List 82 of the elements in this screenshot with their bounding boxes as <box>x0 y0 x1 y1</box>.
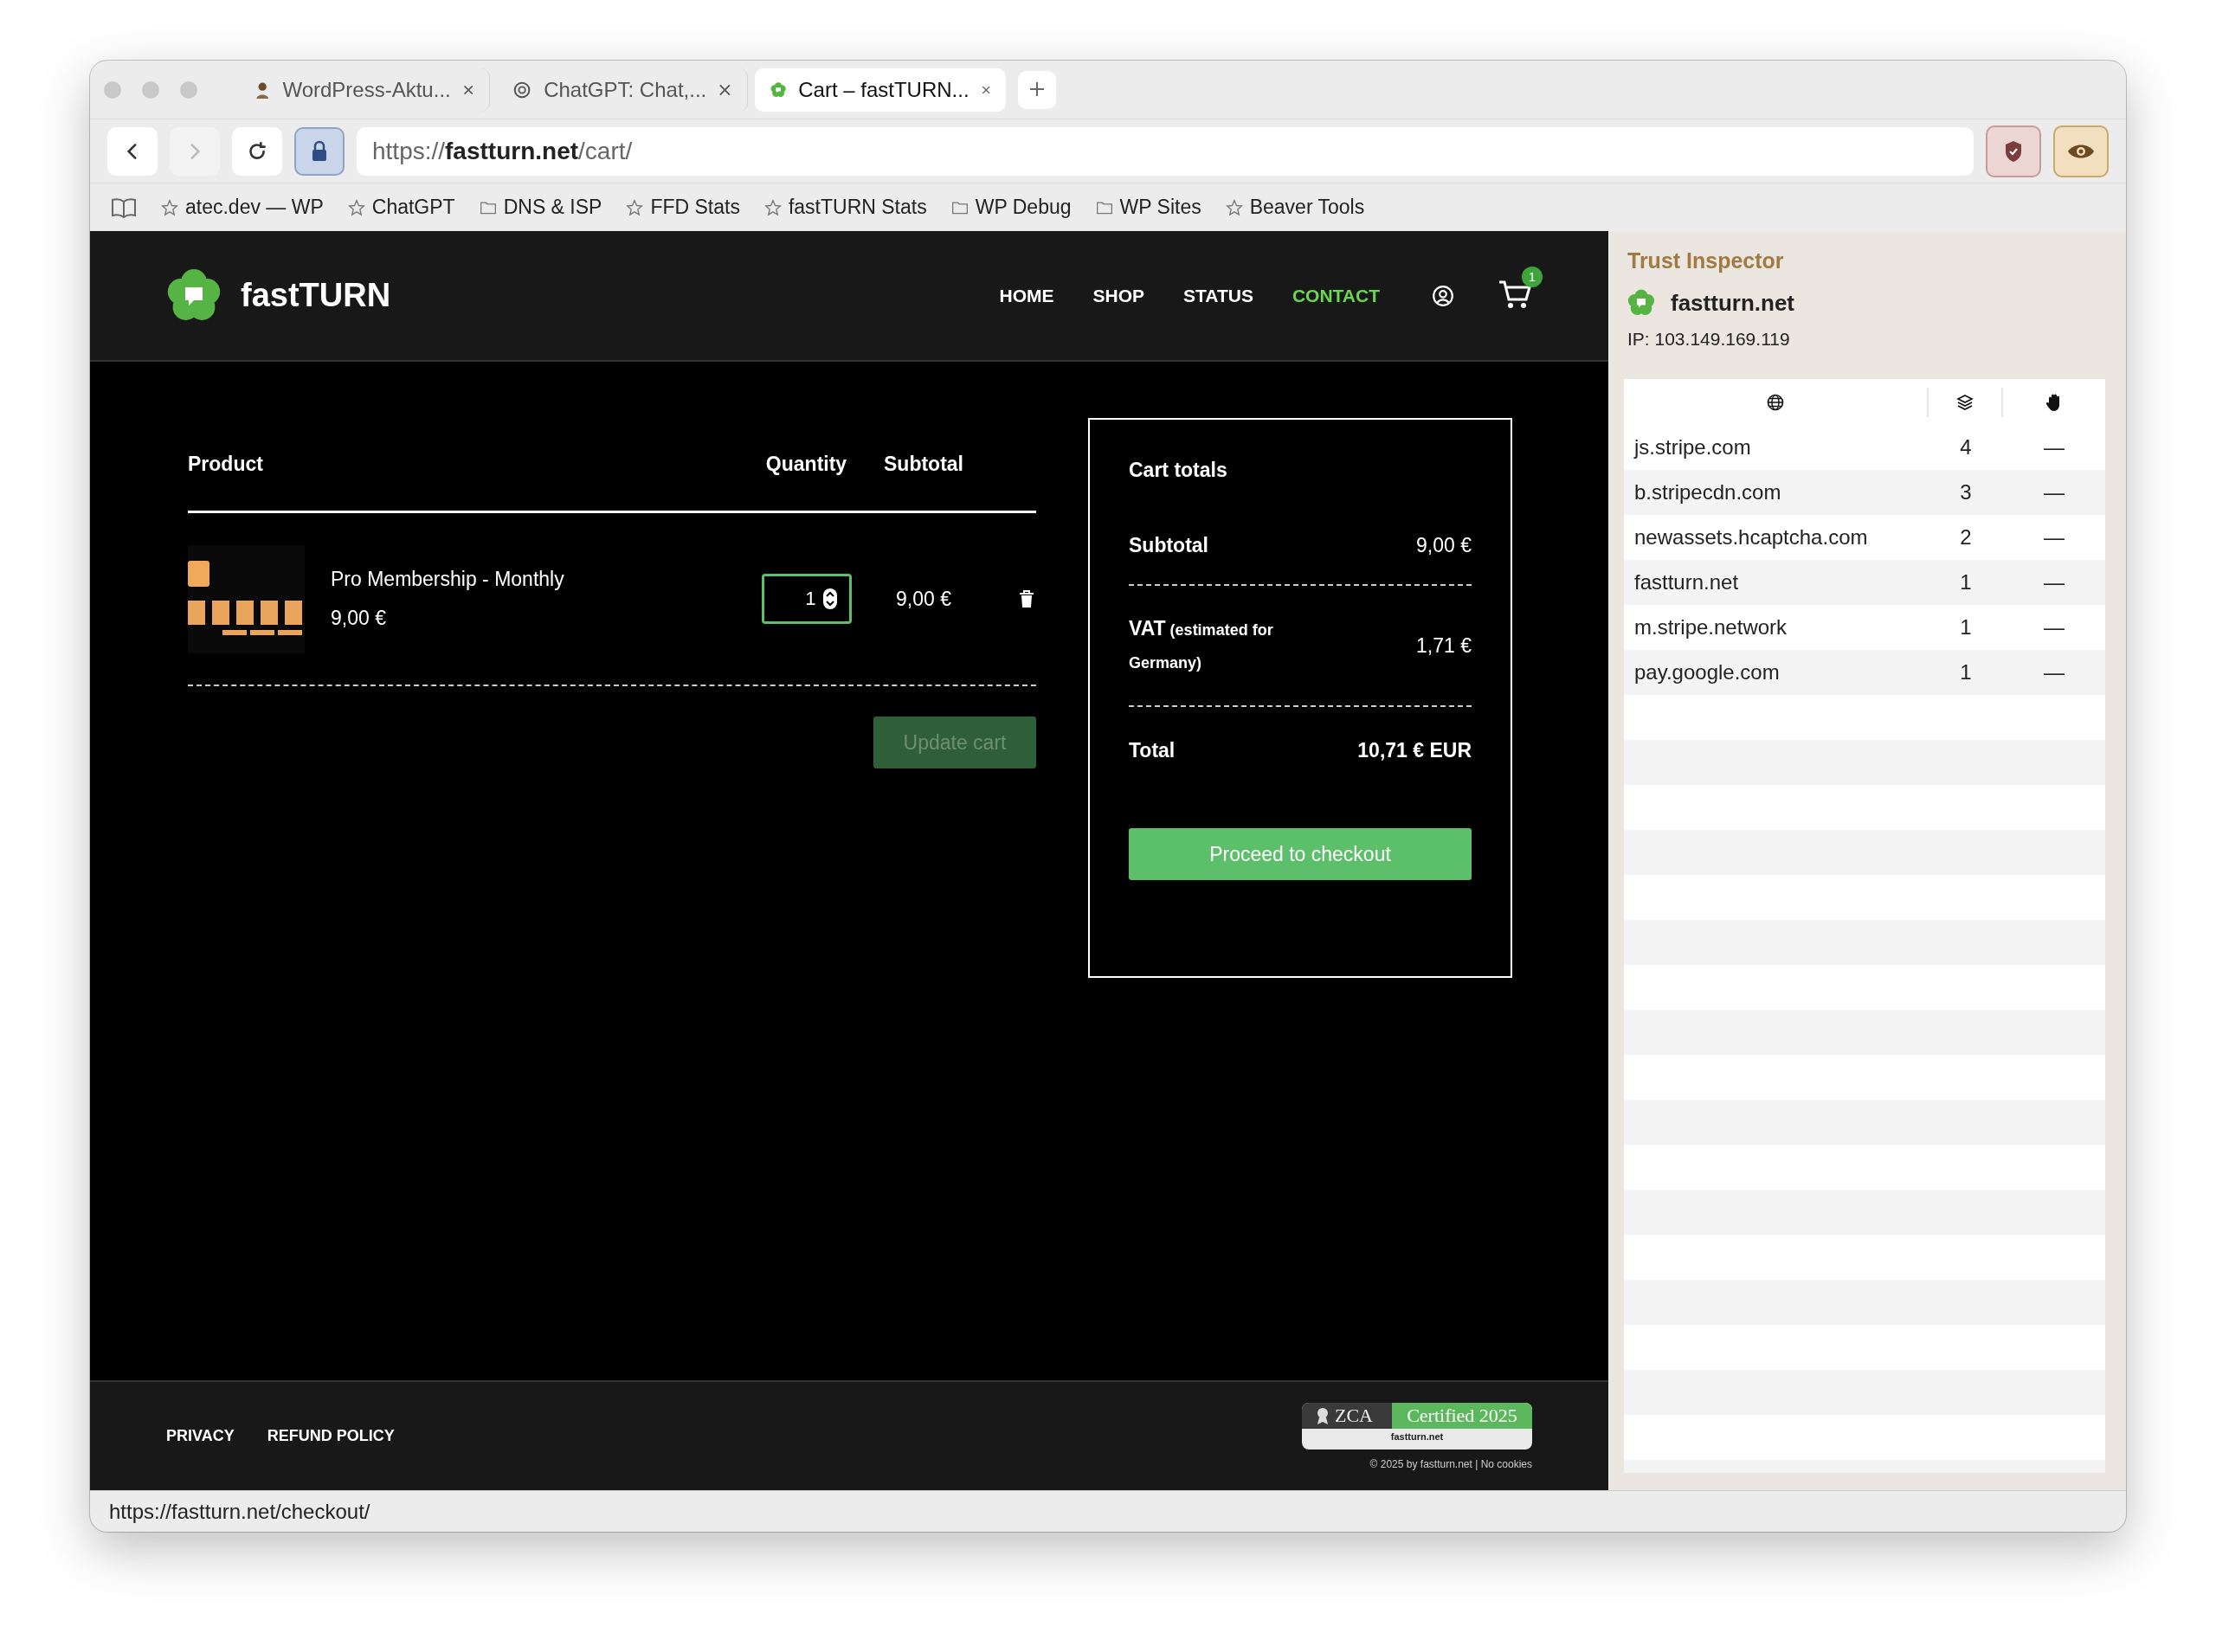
request-count: 2 <box>1959 525 1973 550</box>
browser-tab[interactable]: Cart – fastTURN... <box>755 67 1006 112</box>
totals-value: 9,00 € <box>1416 533 1472 557</box>
cart-count-badge: 1 <box>1522 266 1543 287</box>
copyright-text: © 2025 by fastturn.net | No cookies <box>1369 1457 1532 1470</box>
address-field[interactable]: https://fastturn.net/cart/ <box>357 126 1974 176</box>
star-icon <box>161 198 178 216</box>
product-name[interactable]: Pro Membership - Monthly <box>331 568 732 591</box>
request-count: 1 <box>1959 615 1973 640</box>
totals-value: 1,71 € <box>1416 633 1472 658</box>
bookmark-link[interactable]: Beaver Tools <box>1225 196 1365 219</box>
column-header: Subtotal <box>884 453 963 475</box>
reload-button[interactable] <box>232 126 282 176</box>
bookmark-link[interactable]: FFD Stats <box>626 196 740 219</box>
blocked-count: — <box>2043 435 2065 460</box>
bookmark-link[interactable]: WP Sites <box>1095 196 1201 219</box>
blocked-count: — <box>2043 525 2065 550</box>
book-icon[interactable] <box>111 196 137 218</box>
request-count: 1 <box>1959 660 1973 685</box>
totals-label: Subtotal <box>1129 533 1209 558</box>
quantity-field[interactable]: 1 <box>761 574 852 624</box>
bookmark-link[interactable]: fastTURN Stats <box>763 196 927 219</box>
new-tab-button[interactable] <box>1018 70 1056 109</box>
shield-button[interactable] <box>1986 125 2041 177</box>
column-header: Product <box>188 453 263 475</box>
account-icon[interactable] <box>1432 284 1454 307</box>
host-name: pay.google.com <box>1633 660 1781 685</box>
request-count: 3 <box>1959 480 1973 505</box>
star-icon <box>626 198 644 216</box>
bookmark-link[interactable]: DNS & ISP <box>479 196 602 219</box>
eye-button[interactable] <box>2053 125 2109 177</box>
footer-link[interactable]: REFUND POLICY <box>267 1427 395 1445</box>
trash-icon[interactable] <box>1019 590 1034 607</box>
nav-link[interactable]: STATUS <box>1183 285 1253 306</box>
globe-icon <box>1767 393 1784 411</box>
cart-totals-title: Cart totals <box>1129 459 1227 481</box>
ip-text: IP: 103.149.169.119 <box>1627 329 1791 350</box>
shield-icon <box>2003 138 2024 164</box>
totals-label: VAT (estimated for Germany) <box>1129 616 1274 673</box>
certification-badge[interactable]: ZCA Certified 2025 fastturn.net <box>1302 1402 1532 1450</box>
site-logo-text[interactable]: fastTURN <box>241 277 961 314</box>
total-value: 10,71 € EUR <box>1357 738 1472 762</box>
bookmark-link[interactable]: ChatGPT <box>347 196 455 219</box>
bookmark-link[interactable]: atec.dev — WP <box>161 196 324 219</box>
host-name: js.stripe.com <box>1633 435 1752 460</box>
request-count: 4 <box>1959 435 1973 460</box>
line-subtotal: 9,00 € <box>896 587 951 610</box>
stepper-icon[interactable] <box>822 588 837 609</box>
lock-button[interactable] <box>294 126 345 176</box>
layers-icon <box>1956 393 1974 411</box>
product-price: 9,00 € <box>331 607 387 630</box>
back-button[interactable] <box>107 126 158 176</box>
host-name: newassets.hcaptcha.com <box>1633 525 1869 550</box>
plus-icon <box>1028 80 1046 98</box>
bookmark-link[interactable]: WP Debug <box>950 196 1072 219</box>
nav-link[interactable]: HOME <box>999 285 1054 306</box>
lock-icon <box>310 139 329 163</box>
totals-label: Total <box>1129 738 1176 763</box>
star-icon <box>1225 198 1243 216</box>
star-icon <box>347 198 365 216</box>
star-icon <box>763 198 782 216</box>
blocked-count: — <box>2043 570 2065 595</box>
host-name: m.stripe.network <box>1633 615 1788 640</box>
nav-link[interactable]: CONTACT <box>1292 285 1380 306</box>
domain-text: fastturn.net <box>1671 289 1794 317</box>
panel-title: Trust Inspector <box>1627 248 1785 273</box>
blocked-count: — <box>2043 615 2065 640</box>
blocked-count: — <box>2043 480 2065 505</box>
browser-tab[interactable]: ChatGPT: Chat,... <box>497 67 748 112</box>
hand-icon <box>2046 392 2062 412</box>
flower-icon <box>1627 289 1655 317</box>
host-name: fastturn.net <box>1633 570 1740 595</box>
link-url: https://fastturn.net/checkout/ <box>109 1499 370 1524</box>
award-icon <box>1316 1406 1330 1424</box>
column-header: Quantity <box>765 453 847 475</box>
blocked-count: — <box>2043 660 2065 685</box>
footer-link[interactable]: PRIVACY <box>166 1427 235 1445</box>
browser-tab[interactable]: WordPress-Aktu... <box>239 67 490 112</box>
host-name: b.stripecdn.com <box>1633 480 1782 505</box>
request-count: 1 <box>1959 570 1973 595</box>
nav-link[interactable]: SHOP <box>1092 285 1144 306</box>
close-icon[interactable] <box>718 82 731 97</box>
